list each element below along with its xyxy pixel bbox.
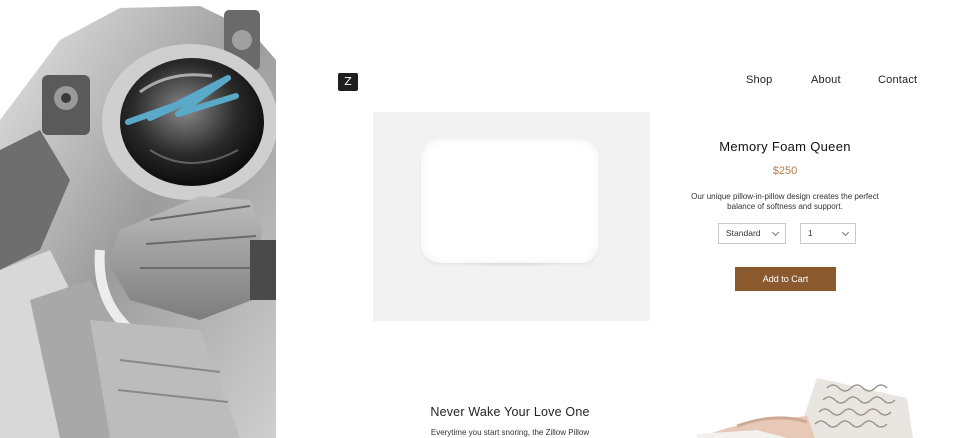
quantity-select[interactable]: 1 (800, 223, 856, 244)
size-select-value: Standard (726, 228, 761, 238)
add-to-cart-button[interactable]: Add to Cart (735, 267, 836, 291)
section-title: Never Wake Your Love One (430, 405, 590, 419)
product-image (373, 112, 650, 321)
nav-about-link[interactable]: About (811, 74, 841, 86)
nav-contact-link[interactable]: Contact (878, 74, 917, 86)
astronaut-hero-image (0, 0, 276, 438)
section-text: Everytime you start snoring, the Zillow … (430, 428, 590, 437)
pillow-illustration (421, 139, 599, 263)
product-description: Our unique pillow-in-pillow design creat… (691, 192, 879, 211)
nav-shop-link[interactable]: Shop (746, 74, 773, 86)
lifestyle-bed-image (697, 368, 917, 438)
product-price: $250 (772, 165, 798, 177)
size-select[interactable]: Standard (718, 223, 786, 244)
chevron-down-icon (771, 228, 780, 237)
product-title: Memory Foam Queen (719, 139, 851, 154)
quantity-select-value: 1 (808, 228, 813, 238)
site-logo[interactable]: Z (338, 73, 358, 91)
chevron-down-icon (841, 228, 850, 237)
